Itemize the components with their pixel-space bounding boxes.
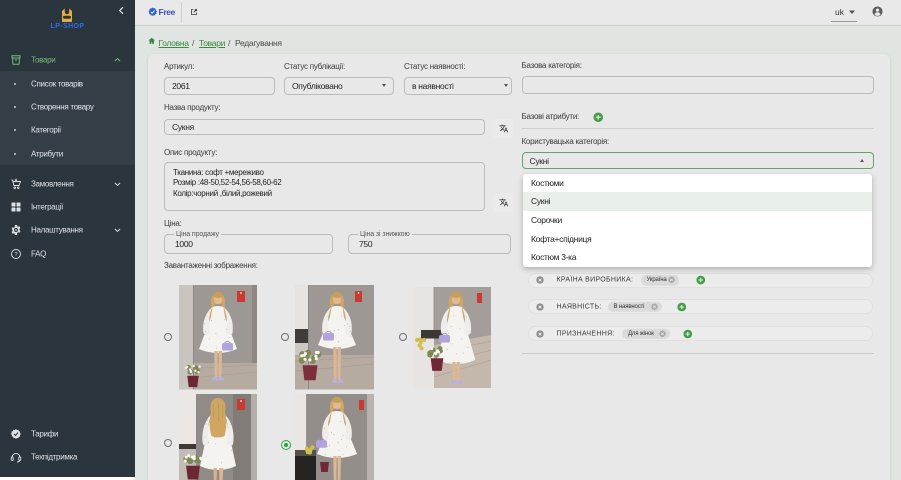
svg-text:?: ?	[15, 252, 18, 258]
